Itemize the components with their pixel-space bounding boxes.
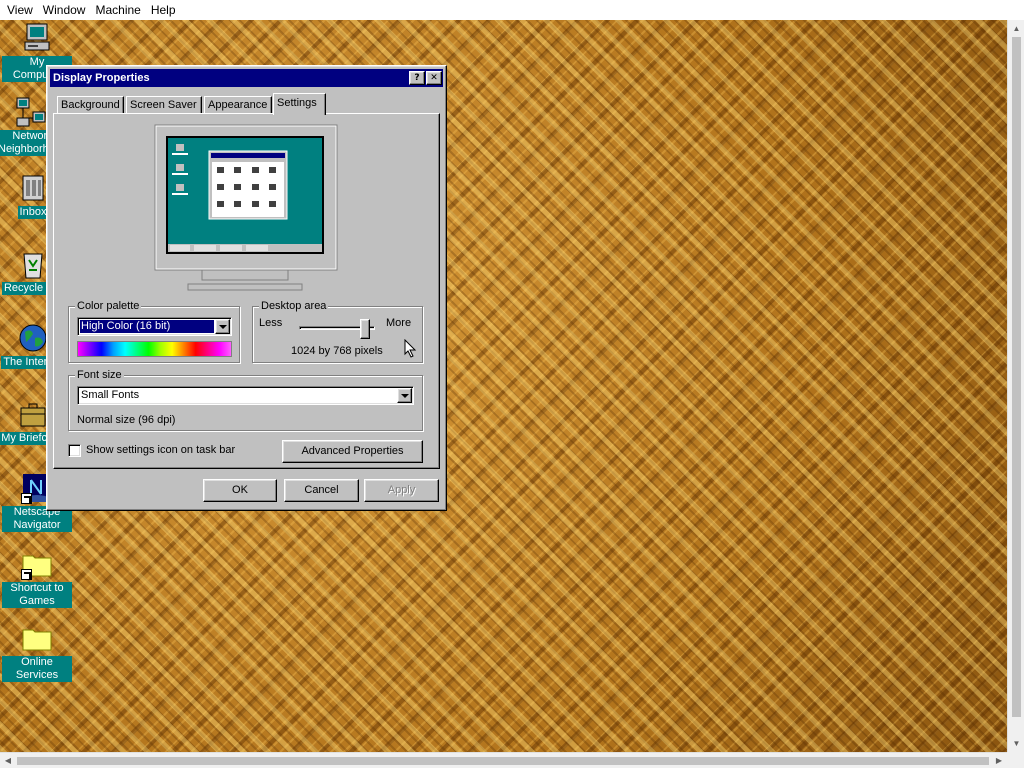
font-size-select[interactable]: Small Fonts bbox=[77, 386, 414, 405]
inbox-icon bbox=[17, 172, 49, 204]
desktop-area-label: Desktop area bbox=[259, 300, 329, 313]
desktop-area-group: Desktop area Less More 1024 by 768 pixel… bbox=[252, 300, 423, 363]
desktop-icon-label: Online Services bbox=[2, 656, 72, 682]
vertical-scrollbar[interactable]: ▲ ▼ bbox=[1007, 20, 1024, 752]
folder-icon bbox=[21, 622, 53, 654]
network-icon bbox=[15, 96, 47, 128]
close-button[interactable]: ✕ bbox=[426, 71, 442, 85]
shortcut-arrow-icon bbox=[21, 569, 32, 580]
color-palette-select[interactable]: High Color (16 bit) bbox=[77, 317, 232, 336]
color-palette-group: Color palette High Color (16 bit) bbox=[68, 300, 240, 363]
computer-icon bbox=[21, 22, 53, 54]
shortcut-arrow-icon bbox=[21, 493, 32, 504]
font-size-label: Font size bbox=[75, 369, 124, 382]
monitor-preview bbox=[154, 124, 344, 296]
recycle-bin-icon bbox=[17, 248, 49, 280]
slider-more-label: More bbox=[386, 317, 412, 329]
desktop-icon-label: Inbox bbox=[17, 206, 49, 219]
menu-view[interactable]: View bbox=[2, 0, 38, 20]
desktop-area-slider[interactable] bbox=[299, 319, 375, 339]
checkbox-label: Show settings icon on task bar bbox=[86, 444, 236, 456]
display-properties-dialog: Display Properties ? ✕ Background Screen… bbox=[46, 65, 447, 511]
scroll-down-arrow-icon[interactable]: ▼ bbox=[1008, 735, 1024, 752]
help-icon: ? bbox=[414, 73, 420, 83]
desktop-area-value: 1024 by 768 pixels bbox=[291, 345, 383, 357]
close-icon: ✕ bbox=[430, 73, 438, 83]
vertical-scroll-thumb[interactable] bbox=[1012, 37, 1021, 717]
slider-thumb[interactable] bbox=[360, 319, 370, 339]
tab-settings[interactable]: Settings bbox=[273, 93, 326, 115]
desktop-icon-label: Shortcut to Games bbox=[2, 582, 72, 608]
globe-icon bbox=[17, 322, 49, 354]
menu-help[interactable]: Help bbox=[146, 0, 181, 20]
menu-machine[interactable]: Machine bbox=[90, 0, 145, 20]
chevron-down-icon[interactable] bbox=[397, 388, 412, 403]
horizontal-scroll-thumb[interactable] bbox=[17, 757, 989, 765]
monitor-illustration bbox=[154, 124, 338, 291]
briefcase-icon bbox=[17, 398, 49, 430]
desktop-icon-shortcut-to-games[interactable]: Shortcut to Games bbox=[2, 548, 72, 608]
cancel-button[interactable]: Cancel bbox=[284, 479, 359, 502]
advanced-properties-button[interactable]: Advanced Properties bbox=[282, 440, 423, 463]
checkbox-box[interactable] bbox=[68, 444, 81, 457]
color-palette-label: Color palette bbox=[75, 300, 142, 313]
host-menubar: View Window Machine Help bbox=[0, 0, 1024, 20]
dialog-title-bar[interactable]: Display Properties ? ✕ bbox=[50, 69, 443, 87]
dialog-title: Display Properties bbox=[53, 72, 150, 84]
font-size-value: Small Fonts bbox=[81, 389, 140, 401]
font-size-group: Font size Small Fonts Normal size (96 dp… bbox=[68, 369, 423, 431]
scroll-right-arrow-icon[interactable]: ▶ bbox=[991, 753, 1007, 769]
chevron-down-icon[interactable] bbox=[215, 319, 230, 334]
help-button[interactable]: ? bbox=[409, 71, 425, 85]
scroll-left-arrow-icon[interactable]: ◀ bbox=[0, 753, 16, 769]
font-size-description: Normal size (96 dpi) bbox=[77, 414, 176, 426]
folder-icon bbox=[21, 548, 53, 580]
menu-window[interactable]: Window bbox=[38, 0, 91, 20]
color-spectrum-bar bbox=[77, 341, 232, 357]
ok-button[interactable]: OK bbox=[203, 479, 277, 502]
horizontal-scrollbar[interactable]: ◀ ▶ bbox=[0, 752, 1007, 768]
desktop-icon-online-services[interactable]: Online Services bbox=[2, 622, 72, 682]
color-palette-value: High Color (16 bit) bbox=[79, 319, 215, 334]
scroll-up-arrow-icon[interactable]: ▲ bbox=[1008, 20, 1024, 37]
apply-button[interactable]: Apply bbox=[364, 479, 439, 502]
mouse-cursor-icon bbox=[404, 339, 417, 358]
settings-tab-panel: Color palette High Color (16 bit) Deskto… bbox=[53, 113, 440, 469]
scrollbar-corner bbox=[1007, 752, 1024, 768]
slider-less-label: Less bbox=[259, 317, 283, 329]
